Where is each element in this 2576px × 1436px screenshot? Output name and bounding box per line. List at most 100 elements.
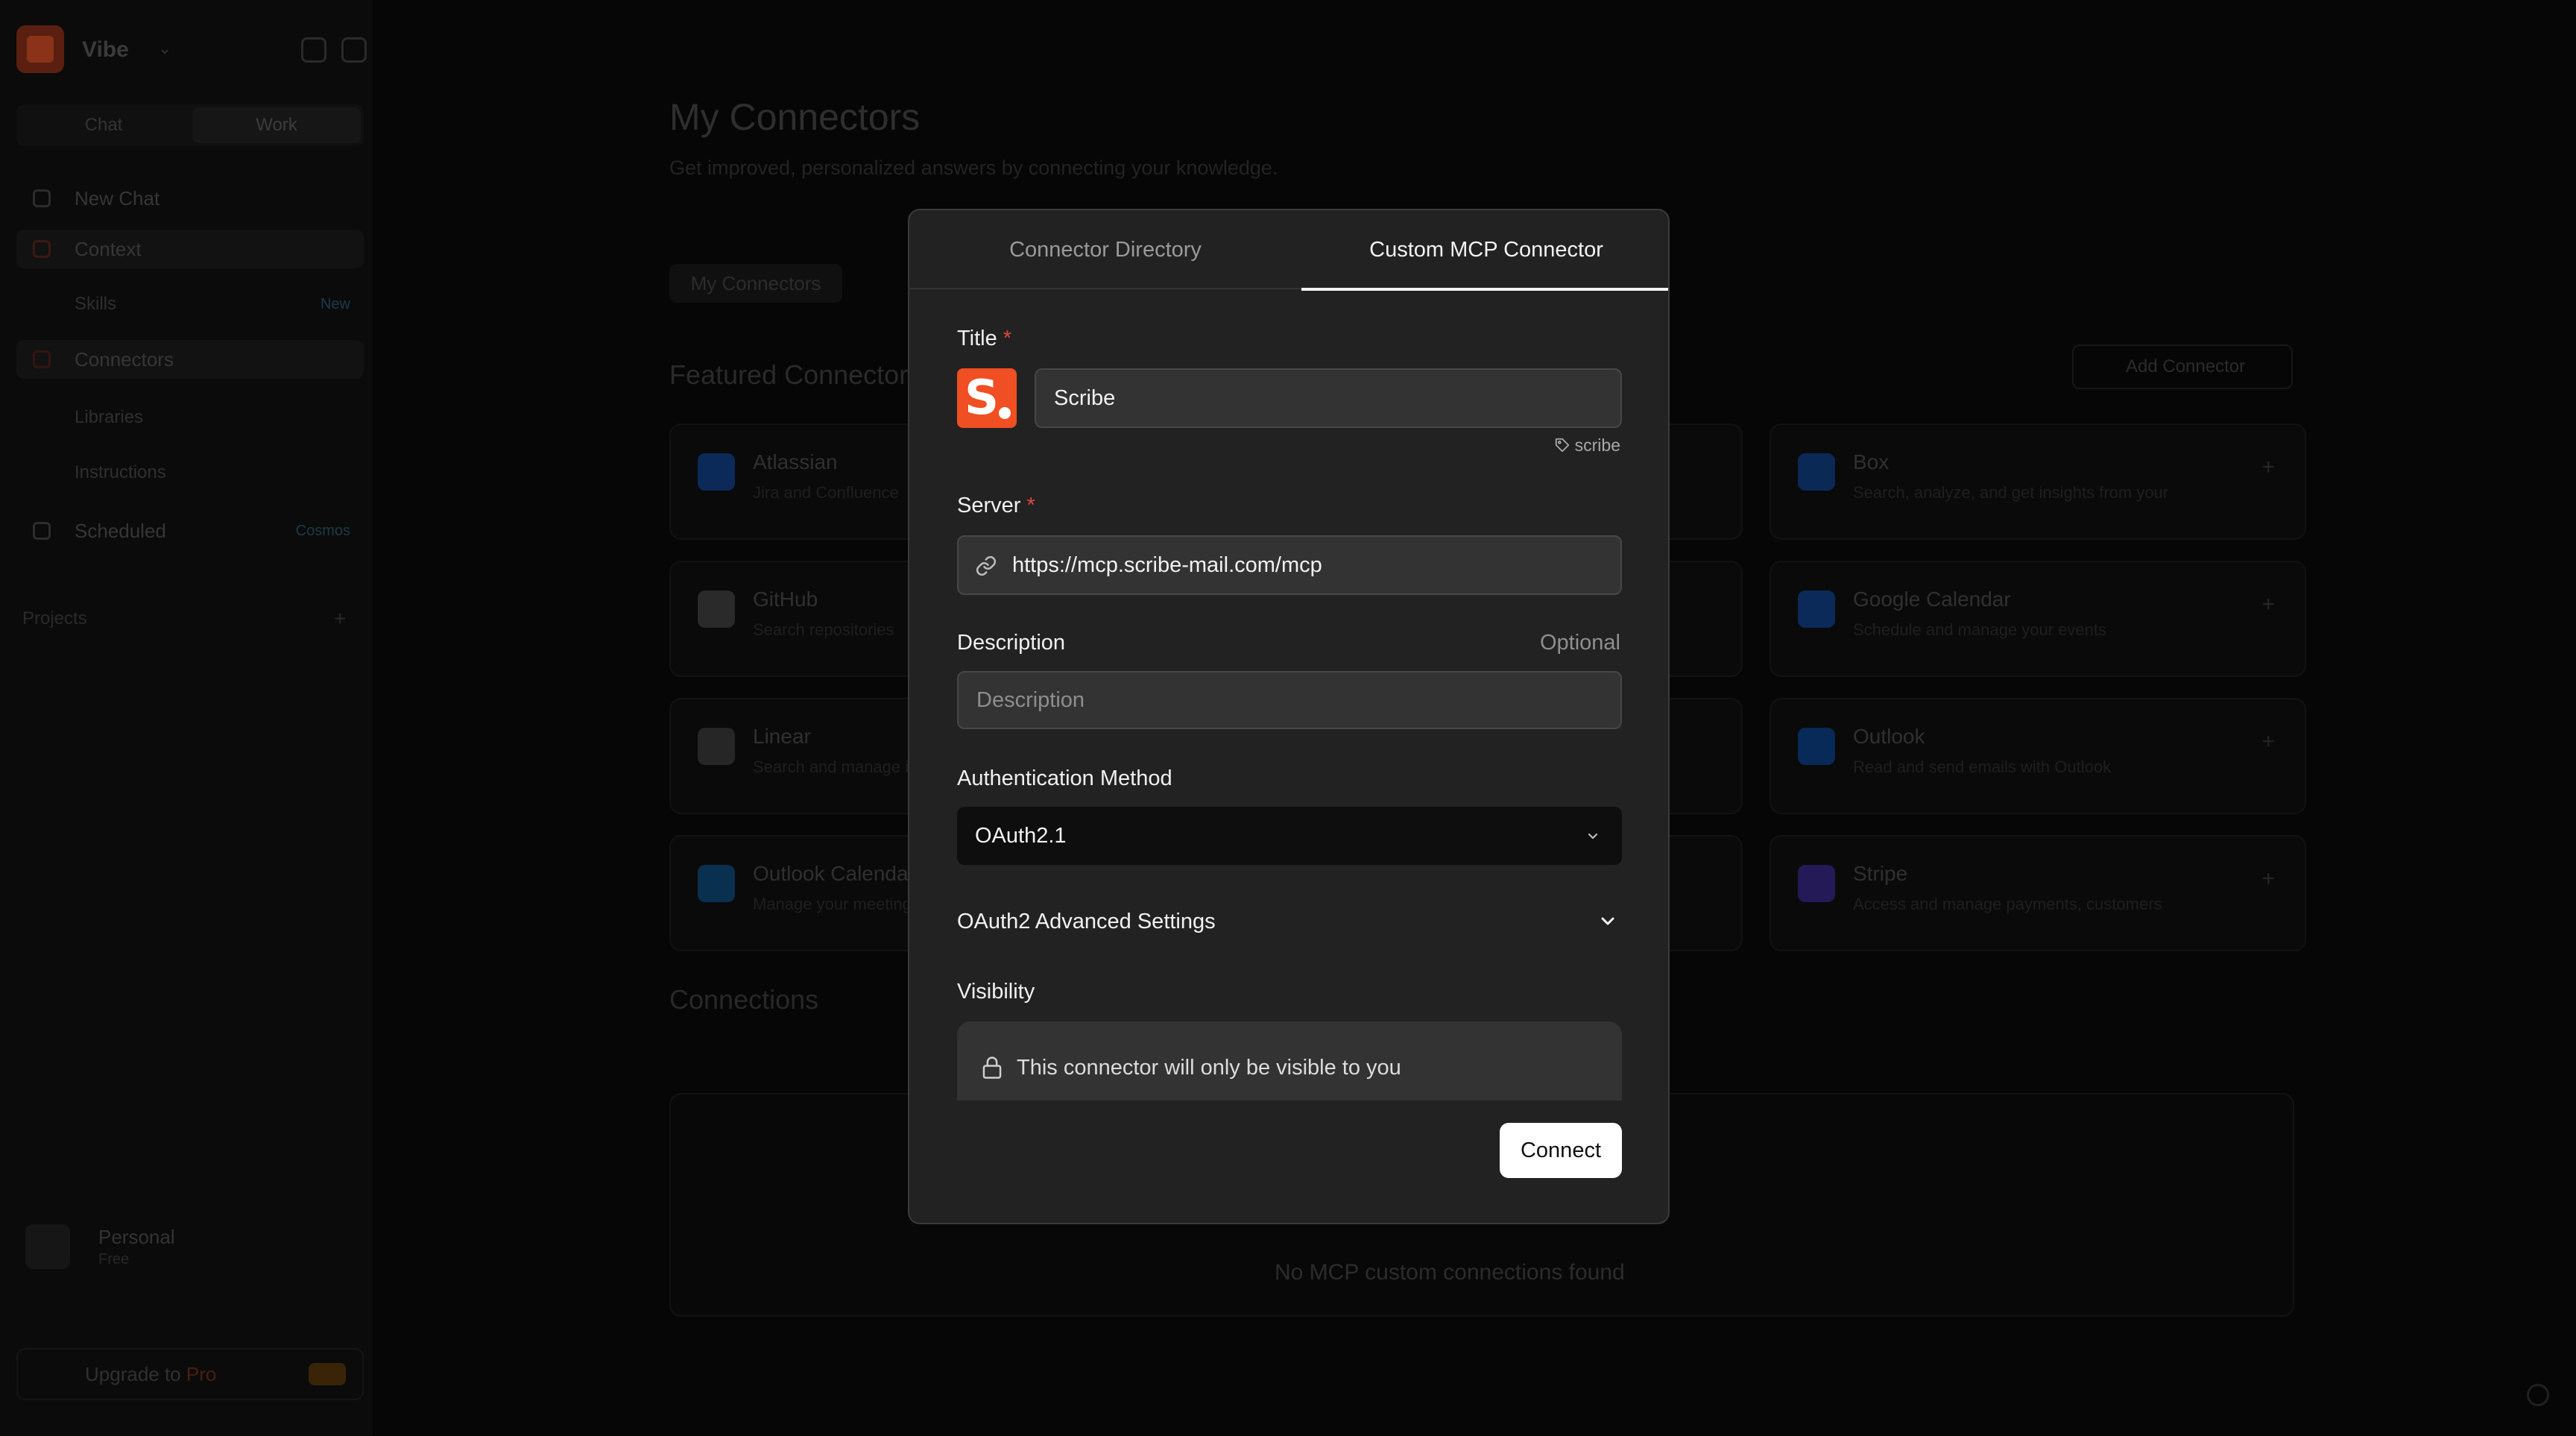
- chevron-down-icon: [1588, 833, 1598, 840]
- connector-logo[interactable]: S: [957, 368, 1017, 428]
- add-connector-icon[interactable]: +: [2261, 455, 2275, 480]
- tag-icon: [1555, 438, 1569, 453]
- slug-tag: scribe: [1554, 435, 1620, 456]
- tab-custom-mcp-connector[interactable]: Custom MCP Connector: [1301, 210, 1668, 291]
- connector-card[interactable]: Google Calendar Schedule and manage your …: [1770, 561, 2306, 677]
- status-badge: Cosmos: [295, 523, 350, 539]
- upgrade-badge: [309, 1363, 346, 1385]
- search-icon[interactable]: [301, 37, 326, 63]
- visibility-label: Visibility: [957, 980, 1035, 1004]
- connector-icon: [1798, 728, 1835, 765]
- add-connector-icon[interactable]: +: [2261, 729, 2275, 755]
- connector-description: Schedule and manage your events: [1853, 620, 2107, 639]
- add-project-icon[interactable]: +: [334, 607, 346, 631]
- visibility-text: This connector will only be visible to y…: [1017, 1056, 1401, 1080]
- connector-title: Linear: [753, 725, 811, 748]
- sidebar-item-label: Context: [75, 238, 142, 260]
- connector-description: Manage your meetings: [753, 895, 920, 913]
- user-menu[interactable]: Personal Free: [16, 1218, 364, 1275]
- connector-icon: [698, 453, 735, 491]
- server-label-text: Server: [957, 494, 1021, 517]
- description-input[interactable]: Description: [957, 671, 1622, 729]
- sidebar-item-label: Libraries: [75, 407, 144, 427]
- sidebar-item-context[interactable]: Context: [16, 230, 364, 268]
- connector-description: Search, analyze, and get insights from y…: [1853, 483, 2169, 502]
- advanced-settings-label: OAuth2 Advanced Settings: [957, 910, 1216, 933]
- slug-text: scribe: [1574, 435, 1620, 455]
- connector-description: Read and send emails with Outlook: [1853, 758, 2112, 776]
- user-name: Personal: [98, 1226, 175, 1248]
- connector-card[interactable]: Box Search, analyze, and get insights fro…: [1770, 423, 2306, 540]
- connector-icon: [1798, 865, 1835, 902]
- add-connector-button[interactable]: Add Connector: [2072, 344, 2293, 389]
- auth-method-label: Authentication Method: [957, 766, 1172, 790]
- optional-label: Optional: [1539, 631, 1620, 655]
- connector-title: Stripe: [1853, 862, 1908, 885]
- sidebar-item-label: Skills: [75, 294, 117, 314]
- page-subtitle: Get improved, personalized answers by co…: [669, 157, 1278, 179]
- connector-description: Search repositories: [753, 620, 894, 639]
- add-connector-icon[interactable]: +: [2261, 866, 2275, 892]
- add-connector-icon[interactable]: +: [2261, 592, 2275, 617]
- title-input[interactable]: Scribe: [1035, 368, 1622, 428]
- sidebar-item-libraries[interactable]: Libraries: [16, 398, 364, 437]
- connector-title: Outlook: [1853, 725, 1925, 748]
- mode-toggle: Chat Work: [16, 104, 364, 146]
- connector-icon: [698, 728, 735, 765]
- server-url-value: https://mcp.scribe-mail.com/mcp: [1012, 553, 1322, 577]
- tab-connector-directory[interactable]: Connector Directory: [909, 210, 1301, 289]
- required-mark: *: [1026, 494, 1035, 517]
- link-icon: [976, 555, 997, 576]
- connector-icon: [1798, 591, 1835, 628]
- oauth-advanced-settings-toggle[interactable]: OAuth2 Advanced Settings: [957, 901, 1622, 942]
- projects-heading: Projects: [22, 608, 87, 629]
- connector-title: Box: [1853, 450, 1890, 473]
- mode-chat[interactable]: Chat: [19, 107, 188, 143]
- title-label-text: Title: [957, 327, 997, 350]
- required-mark: *: [1003, 327, 1012, 350]
- sidebar-item-connectors[interactable]: Connectors: [16, 340, 364, 379]
- sidebar-item-label: Connectors: [75, 348, 174, 371]
- user-plan: Free: [98, 1251, 130, 1267]
- connect-button[interactable]: Connect: [1500, 1123, 1622, 1178]
- empty-state-text: No MCP custom connections found: [1275, 1260, 1625, 1285]
- connections-heading: Connections: [669, 984, 819, 1015]
- auth-method-select[interactable]: OAuth2.1: [957, 807, 1622, 865]
- chevron-down-icon: [1601, 917, 1614, 925]
- tab-my-connectors[interactable]: My Connectors: [669, 264, 842, 303]
- sidebar-item-new-chat[interactable]: New Chat: [16, 179, 364, 218]
- sidebar-toggle-icon[interactable]: [341, 37, 367, 63]
- connector-title: Outlook Calendar: [753, 862, 915, 885]
- server-label: Server *: [957, 494, 1035, 518]
- connector-icon: [698, 865, 735, 902]
- connector-icon: [698, 591, 735, 628]
- clock-icon: [33, 522, 51, 540]
- connector-card[interactable]: Stripe Access and manage payments, custom…: [1770, 835, 2306, 951]
- custom-connector-dialog: Connector Directory Custom MCP Connector…: [908, 209, 1670, 1224]
- auth-method-value: OAuth2.1: [975, 824, 1067, 848]
- workspace-logo[interactable]: [16, 25, 64, 73]
- avatar: [25, 1224, 70, 1269]
- sidebar-item-scheduled[interactable]: Scheduled Cosmos: [16, 511, 364, 550]
- sidebar-item-instructions[interactable]: Instructions: [16, 453, 364, 492]
- connector-icon: [1798, 453, 1835, 491]
- sidebar-item-label: Instructions: [75, 462, 166, 482]
- sidebar-item-label: Scheduled: [75, 520, 166, 542]
- connector-card[interactable]: Outlook Read and send emails with Outlook…: [1770, 698, 2306, 814]
- server-url-input[interactable]: https://mcp.scribe-mail.com/mcp: [957, 535, 1622, 595]
- new-badge: New: [320, 296, 350, 312]
- visibility-notice: This connector will only be visible to y…: [957, 1021, 1622, 1100]
- connector-description: Access and manage payments, customers: [1853, 895, 2162, 913]
- sidebar-item-skills[interactable]: Skills New: [16, 285, 364, 324]
- plus-icon: [33, 189, 51, 207]
- connector-description: Jira and Confluence: [753, 483, 899, 502]
- help-icon[interactable]: [2527, 1384, 2549, 1406]
- upgrade-button[interactable]: Upgrade to Pro: [16, 1348, 364, 1400]
- context-icon: [33, 240, 51, 258]
- chevron-down-icon: ⌄: [158, 39, 172, 57]
- title-label: Title *: [957, 327, 1011, 351]
- lock-icon: [982, 1056, 1002, 1079]
- workspace-name[interactable]: Vibe: [82, 37, 129, 63]
- logo-letter: S: [965, 371, 1000, 426]
- mode-work[interactable]: Work: [192, 107, 361, 143]
